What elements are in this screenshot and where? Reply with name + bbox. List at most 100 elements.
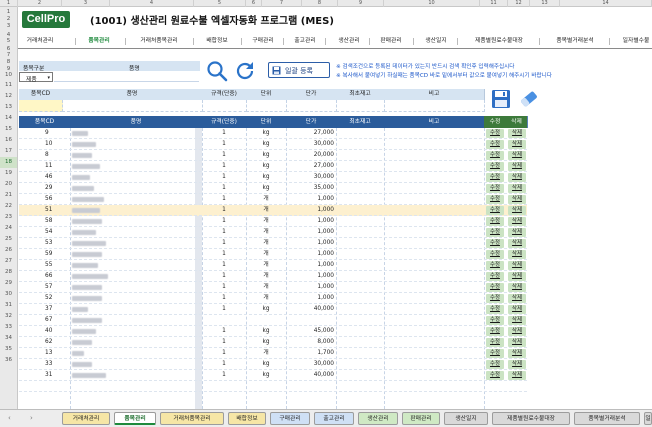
delete-button[interactable]: 삭제 (508, 283, 526, 292)
table-row[interactable]: 59 1 개 1,000 수정 삭제 (19, 249, 527, 260)
column-number[interactable]: 5 (194, 0, 246, 7)
nav-item[interactable]: 거래처관리 (20, 35, 60, 47)
delete-button[interactable]: 삭제 (508, 360, 526, 369)
refresh-icon[interactable] (234, 60, 256, 82)
tab-scroll-right-icon[interactable]: › (30, 414, 33, 422)
table-row[interactable]: 54 1 개 1,000 수정 삭제 (19, 227, 527, 238)
table-row[interactable]: 13 1 개 1,700 수정 삭제 (19, 348, 527, 359)
delete-button[interactable]: 삭제 (508, 250, 526, 259)
delete-button[interactable]: 삭제 (508, 305, 526, 314)
row-number[interactable]: 14 (0, 113, 17, 124)
column-number[interactable]: 13 (530, 0, 560, 7)
row-number[interactable]: 26 (0, 245, 17, 256)
row-number[interactable]: 30 (0, 289, 17, 300)
entry-cell[interactable] (286, 100, 337, 112)
sheet-tab[interactable]: 제품별원료수불대장 (492, 412, 570, 425)
edit-button[interactable]: 수정 (486, 250, 504, 259)
edit-button[interactable]: 수정 (486, 371, 504, 380)
row-number[interactable]: 3 (0, 23, 17, 30)
column-number[interactable]: 10 (384, 0, 480, 7)
sheet-tab[interactable]: 품목관리 (114, 412, 156, 425)
table-row[interactable]: 62 1 kg 8,000 수정 삭제 (19, 337, 527, 348)
column-number[interactable]: 2 (18, 0, 62, 7)
sheet-tab[interactable]: 거래처관리 (62, 412, 110, 425)
nav-item[interactable]: 판매관리 (372, 35, 410, 47)
row-number[interactable]: 36 (0, 355, 17, 366)
sheet-tab[interactable]: 배합정보 (228, 412, 266, 425)
item-type-select[interactable]: 제품 ▾ (19, 72, 53, 83)
edit-button[interactable]: 수정 (486, 338, 504, 347)
table-row[interactable]: 37 1 kg 40,000 수정 삭제 (19, 304, 527, 315)
delete-button[interactable]: 삭제 (508, 261, 526, 270)
delete-button[interactable]: 삭제 (508, 239, 526, 248)
delete-button[interactable]: 삭제 (508, 316, 526, 325)
sheet-tab[interactable]: 구매관리 (270, 412, 310, 425)
edit-button[interactable]: 수정 (486, 261, 504, 270)
row-number[interactable]: 29 (0, 278, 17, 289)
row-number[interactable]: 10 (0, 72, 17, 79)
nav-item[interactable]: 배합정보 (196, 35, 238, 47)
row-number[interactable]: 22 (0, 201, 17, 212)
edit-button[interactable]: 수정 (486, 228, 504, 237)
delete-button[interactable]: 삭제 (508, 129, 526, 138)
delete-button[interactable]: 삭제 (508, 162, 526, 171)
table-row[interactable]: 40 1 kg 45,000 수정 삭제 (19, 326, 527, 337)
column-number[interactable]: 8 (302, 0, 338, 7)
row-number[interactable]: 16 (0, 135, 17, 146)
row-number[interactable]: 24 (0, 223, 17, 234)
row-number[interactable]: 21 (0, 190, 17, 201)
item-name-search-input[interactable] (54, 72, 199, 82)
delete-button[interactable]: 삭제 (508, 228, 526, 237)
sheet-tab[interactable]: 생산관리 (358, 412, 398, 425)
table-row[interactable]: 33 1 kg 30,000 수정 삭제 (19, 359, 527, 370)
table-row[interactable]: 56 1 개 1,000 수정 삭제 (19, 194, 527, 205)
table-row[interactable]: 8 1 kg 20,000 수정 삭제 (19, 150, 527, 161)
table-row[interactable]: 10 1 kg 30,000 수정 삭제 (19, 139, 527, 150)
edit-button[interactable]: 수정 (486, 129, 504, 138)
edit-button[interactable]: 수정 (486, 217, 504, 226)
row-number[interactable]: 1 (0, 9, 17, 16)
edit-button[interactable]: 수정 (486, 349, 504, 358)
row-number[interactable]: 27 (0, 256, 17, 267)
nav-item[interactable]: 생산일지 (416, 35, 456, 47)
edit-button[interactable]: 수정 (486, 294, 504, 303)
row-number[interactable]: 5 (0, 38, 17, 45)
table-row[interactable]: 52 1 개 1,000 수정 삭제 (19, 293, 527, 304)
table-row[interactable]: 51 1 개 1,000 수정 삭제 (19, 205, 527, 216)
sheet-tab[interactable]: 일 (644, 412, 652, 425)
edit-button[interactable]: 수정 (486, 162, 504, 171)
sheet-tab[interactable]: 품목별거래분석 (574, 412, 640, 425)
entry-cell[interactable] (336, 100, 385, 112)
delete-button[interactable]: 삭제 (508, 217, 526, 226)
nav-item[interactable]: 생산관리 (328, 35, 370, 47)
delete-button[interactable]: 삭제 (508, 272, 526, 281)
row-number[interactable]: 35 (0, 344, 17, 355)
column-number[interactable]: 1 (0, 0, 18, 7)
nav-item[interactable]: 출고관리 (286, 35, 324, 47)
entry-cell[interactable] (19, 100, 63, 112)
delete-button[interactable]: 삭제 (508, 184, 526, 193)
row-number[interactable]: 8 (0, 59, 17, 66)
table-row[interactable]: 55 1 개 1,000 수정 삭제 (19, 260, 527, 271)
edit-button[interactable]: 수정 (486, 360, 504, 369)
table-row[interactable]: 46 1 kg 30,000 수정 삭제 (19, 172, 527, 183)
delete-button[interactable]: 삭제 (508, 140, 526, 149)
eraser-icon[interactable] (518, 89, 540, 109)
edit-button[interactable]: 수정 (486, 316, 504, 325)
table-row[interactable]: 29 1 kg 35,000 수정 삭제 (19, 183, 527, 194)
save-icon[interactable] (491, 89, 511, 109)
column-number[interactable]: 7 (262, 0, 302, 7)
delete-button[interactable]: 삭제 (508, 338, 526, 347)
row-number[interactable]: 33 (0, 322, 17, 333)
row-number[interactable]: 17 (0, 146, 17, 157)
table-row[interactable] (19, 381, 527, 392)
column-number[interactable]: 11 (480, 0, 508, 7)
edit-button[interactable]: 수정 (486, 283, 504, 292)
entry-cell[interactable] (62, 100, 203, 112)
column-number[interactable]: 14 (560, 0, 652, 7)
row-number[interactable]: 19 (0, 168, 17, 179)
column-number[interactable]: 12 (508, 0, 530, 7)
column-number[interactable]: 3 (62, 0, 110, 7)
nav-item[interactable]: 품목별거래분석 (542, 35, 608, 47)
entry-cell[interactable] (202, 100, 247, 112)
